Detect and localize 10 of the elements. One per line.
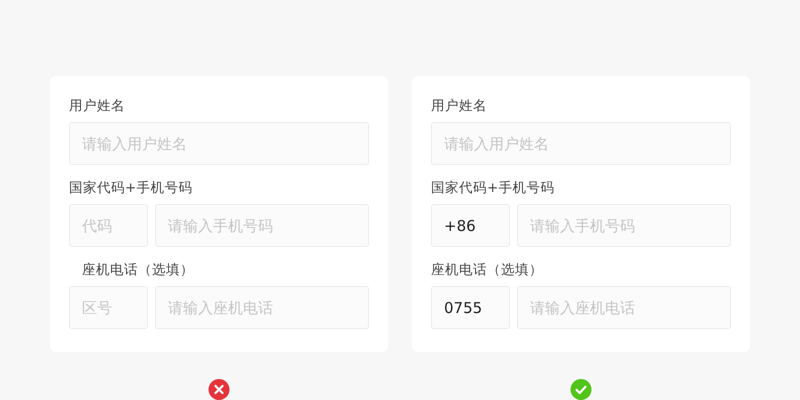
input-field[interactable]: 0755 [431, 286, 510, 329]
check-icon [569, 379, 593, 400]
field-label: 用户姓名 [431, 97, 487, 115]
field-label: 座机电话（选填） [81, 261, 194, 279]
error-icon [207, 379, 231, 400]
field-label: 用户姓名 [69, 97, 125, 115]
field-label: 国家代码+手机号码 [69, 179, 192, 197]
field-label: 座机电话（选填） [431, 261, 543, 279]
input-field[interactable]: +86 [431, 204, 510, 247]
field-label: 国家代码+手机号码 [431, 179, 554, 197]
